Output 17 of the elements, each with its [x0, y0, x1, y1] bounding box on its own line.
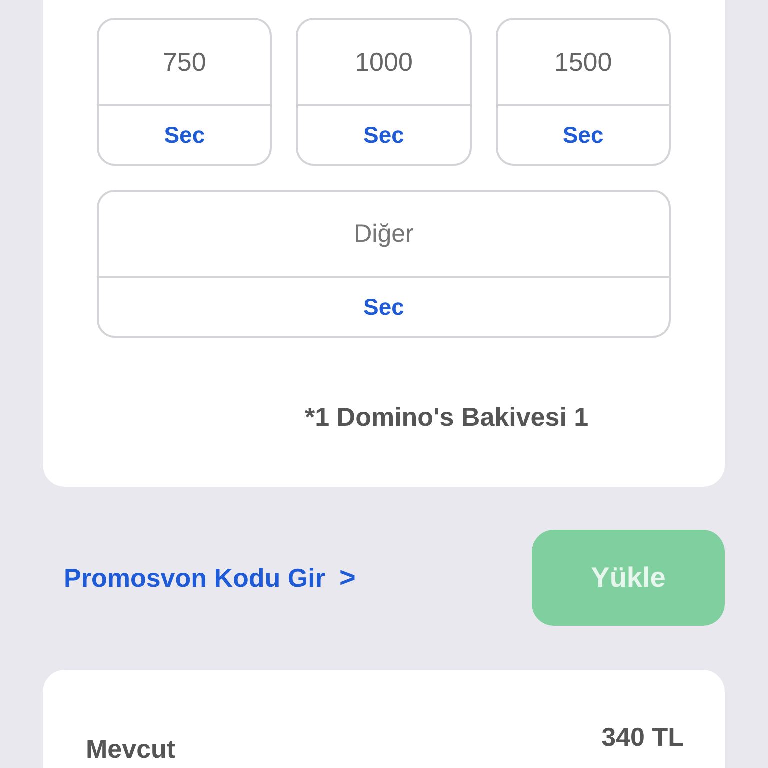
amount-value: 750 — [162, 46, 206, 78]
amount-option-card[interactable]: 750 Sec — [97, 18, 272, 166]
amount-value: 1000 — [355, 46, 413, 78]
chevron-icon: > — [339, 557, 356, 599]
amount-option-card[interactable]: 1500 Sec — [496, 18, 671, 166]
amount-value: 1500 — [554, 46, 612, 78]
amount-option-card[interactable]: 1000 Sec — [296, 18, 472, 166]
balance-value: 340 TL — [602, 721, 684, 754]
other-amount-field[interactable]: Diğer — [99, 192, 669, 276]
promo-code-link[interactable]: Promosvon Kodu Gir > — [64, 557, 356, 599]
select-button[interactable]: Sec — [498, 106, 669, 164]
balance-label: Mevcut — [86, 733, 176, 766]
footnote: *1 Domino's Bakivesi 1 — [305, 402, 589, 432]
amount-option-card[interactable]: Diğer Sec — [97, 190, 671, 338]
select-button[interactable]: Sec — [99, 106, 270, 164]
select-button[interactable]: Sec — [99, 278, 669, 336]
select-button[interactable]: Sec — [298, 106, 470, 164]
